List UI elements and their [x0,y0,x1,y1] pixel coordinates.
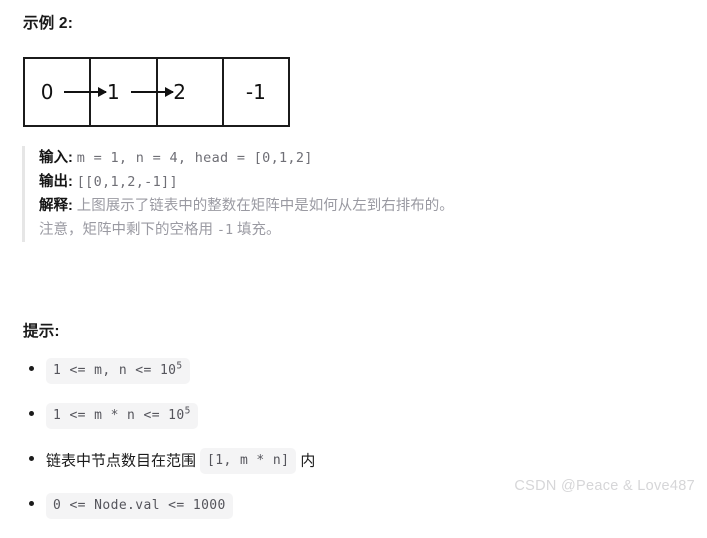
hint-code-text: 1 <= m, n <= 10 [53,363,177,378]
matrix-cell-value: -1 [245,80,266,104]
list-item: 0 <= Node.val <= 1000 [23,493,663,519]
matrix-cell: -1 [224,59,288,125]
note-prefix: 注意，矩阵中剩下的空格用 [39,222,213,238]
hints-section-title: 提示: [23,323,60,340]
input-value: m = 1, n = 4, head = [0,1,2] [76,150,313,166]
hint-text-after: 内 [300,452,316,470]
output-label: 输出: [39,174,73,190]
hint-text-before: 链表中节点数目在范围 [46,452,197,470]
matrix-cell-value: 2 [173,80,186,104]
hints-list: 1 <= m, n <= 105 1 <= m * n <= 105 链表中节点… [23,358,663,538]
note-code: -1 [216,222,234,238]
matrix-cell-value: 0 [40,80,54,104]
example-note-line: 注意，矩阵中剩下的空格用 -1 填充。 [39,218,582,242]
hint-code: 0 <= Node.val <= 1000 [46,493,233,519]
example-output-line: 输出: [[0,1,2,-1]] [39,170,582,194]
hint-code-exponent: 5 [176,360,183,372]
linked-list-matrix-figure: 0 1 2 -1 [23,57,290,127]
list-item: 1 <= m * n <= 105 [23,403,663,429]
output-value: [[0,1,2,-1]] [76,174,178,190]
arrow-right-icon [64,87,108,97]
hint-code: [1, m * n] [200,448,297,474]
example-explanation-line: 解释: 上图展示了链表中的整数在矩阵中是如何从左到右排布的。 [39,194,582,218]
hint-code-exponent: 5 [184,405,191,417]
example-input-line: 输入: m = 1, n = 4, head = [0,1,2] [39,146,582,170]
note-suffix: 填充。 [237,222,281,238]
hint-code: 1 <= m, n <= 105 [46,358,190,384]
hint-code: 1 <= m * n <= 105 [46,403,198,429]
list-item: 链表中节点数目在范围 [1, m * n] 内 [23,448,663,474]
explanation-label: 解释: [39,198,73,214]
arrow-right-icon [130,87,174,97]
list-item: 1 <= m, n <= 105 [23,358,663,384]
explanation-text: 上图展示了链表中的整数在矩阵中是如何从左到右排布的。 [76,198,454,214]
input-label: 输入: [39,150,73,166]
matrix-cell: 0 [25,59,108,125]
csdn-watermark: CSDN @Peace & Love487 [514,478,695,494]
hint-code-text: 1 <= m * n <= 10 [53,408,185,423]
matrix-cell-value: 1 [107,80,120,104]
example-section-title: 示例 2: [23,15,74,32]
example-blockquote: 输入: m = 1, n = 4, head = [0,1,2] 输出: [[0… [22,146,582,242]
